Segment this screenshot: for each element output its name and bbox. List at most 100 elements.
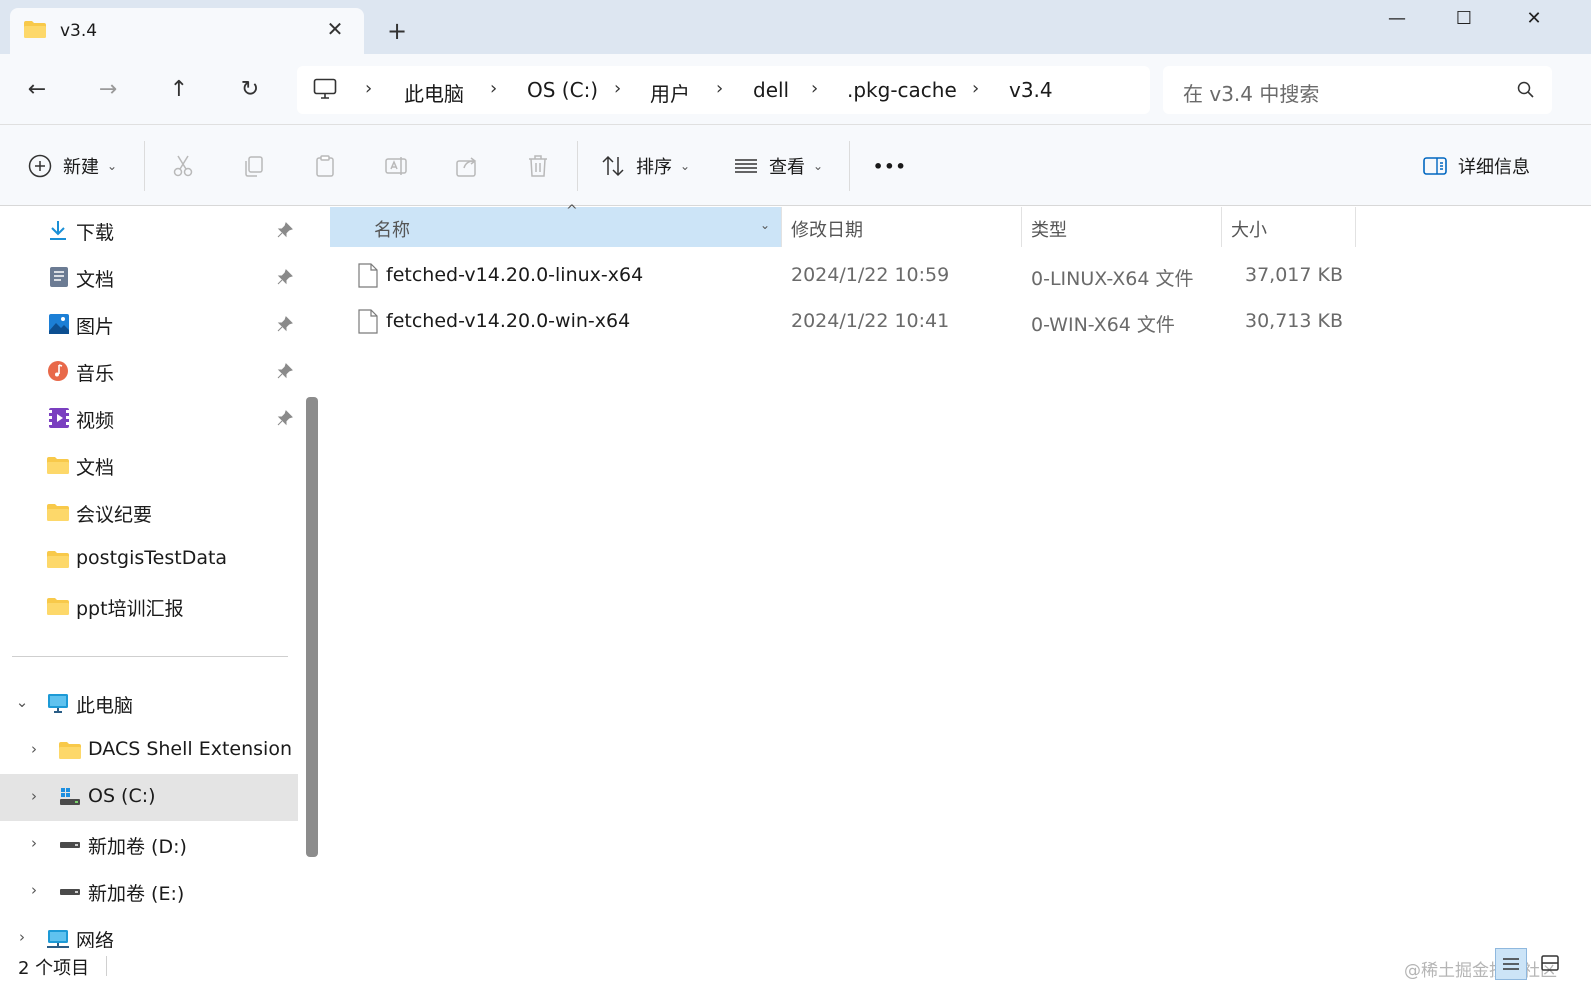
status-bar: 2 个项目 @稀土掘金技术社区 bbox=[0, 948, 1591, 996]
sidebar-item-pictures[interactable]: 图片 bbox=[0, 301, 298, 348]
new-button[interactable]: 新建 ⌄ bbox=[27, 150, 117, 182]
sidebar-item-drive-d[interactable]: › 新加卷 (D:) bbox=[0, 821, 298, 868]
details-view-button[interactable] bbox=[1495, 948, 1527, 980]
view-button[interactable]: 查看 ⌄ bbox=[733, 150, 823, 182]
folder-icon bbox=[47, 457, 69, 474]
breadcrumb-separator[interactable]: › bbox=[811, 78, 818, 99]
file-icon bbox=[358, 263, 378, 288]
breadcrumb-v3-4[interactable]: v3.4 bbox=[1009, 78, 1053, 102]
sidebar-item-meeting-notes[interactable]: 会议纪要 bbox=[0, 489, 298, 536]
breadcrumb-this-pc[interactable]: 此电脑 bbox=[404, 78, 464, 107]
sort-button[interactable]: 排序 ⌄ bbox=[600, 150, 690, 182]
chevron-right-icon[interactable]: › bbox=[26, 834, 42, 852]
file-name: fetched-v14.20.0-win-x64 bbox=[386, 310, 631, 332]
file-icon bbox=[358, 309, 378, 334]
table-row[interactable]: fetched-v14.20.0-win-x64 2024/1/22 10:41… bbox=[330, 299, 1591, 345]
back-button[interactable]: ← bbox=[19, 72, 55, 108]
column-header-type[interactable]: 类型 bbox=[1022, 207, 1222, 247]
toolbar-divider bbox=[577, 141, 578, 191]
breadcrumb-separator[interactable]: › bbox=[490, 78, 497, 99]
sidebar-item-videos[interactable]: 视频 bbox=[0, 395, 298, 442]
chevron-right-icon[interactable]: › bbox=[26, 881, 42, 899]
folder-icon bbox=[24, 21, 46, 38]
breadcrumb-separator[interactable]: › bbox=[614, 78, 621, 99]
sidebar-item-label: DACS Shell Extension bbox=[88, 738, 292, 760]
maximize-button[interactable]: ☐ bbox=[1441, 4, 1487, 34]
sidebar-item-dacs-shell-extension[interactable]: › DACS Shell Extension bbox=[0, 727, 298, 774]
column-header-date[interactable]: 修改日期 bbox=[782, 207, 1022, 247]
share-icon bbox=[456, 157, 477, 177]
more-options-button[interactable]: ••• bbox=[873, 150, 907, 182]
search-input[interactable]: 在 v3.4 中搜索 bbox=[1183, 78, 1319, 107]
cut-button[interactable] bbox=[170, 150, 196, 182]
new-tab-button[interactable]: + bbox=[382, 16, 412, 46]
chevron-down-icon: ⌄ bbox=[813, 159, 824, 173]
chevron-right-icon[interactable]: › bbox=[26, 787, 42, 805]
breadcrumb-os-c[interactable]: OS (C:) bbox=[527, 78, 598, 102]
search-icon bbox=[1517, 81, 1534, 98]
sidebar-item-folder-documents[interactable]: 文档 bbox=[0, 442, 298, 489]
sidebar-scrollbar-thumb[interactable] bbox=[306, 397, 318, 857]
pin-icon[interactable] bbox=[276, 221, 294, 239]
minimize-button[interactable]: — bbox=[1374, 4, 1420, 34]
share-button[interactable] bbox=[454, 150, 480, 182]
paste-button[interactable] bbox=[312, 150, 338, 182]
delete-button[interactable] bbox=[525, 150, 551, 182]
sidebar-item-network[interactable]: › 网络 bbox=[0, 915, 298, 948]
sidebar-item-drive-e[interactable]: › 新加卷 (E:) bbox=[0, 868, 298, 915]
file-list: ^ 名称 ⌄ 修改日期 类型 大小 fetched-v14.20.0-linux… bbox=[330, 203, 1591, 948]
sidebar-item-label: 音乐 bbox=[76, 363, 115, 385]
up-button[interactable]: ↑ bbox=[161, 72, 197, 108]
column-header-size[interactable]: 大小 bbox=[1222, 207, 1356, 247]
tab-title: v3.4 bbox=[60, 21, 98, 41]
details-pane-icon bbox=[1423, 157, 1447, 175]
address-bar[interactable]: › 此电脑 › OS (C:) › 用户 › dell › .pkg-cache… bbox=[297, 66, 1150, 114]
column-header-label: 修改日期 bbox=[791, 220, 863, 241]
sidebar-item-music[interactable]: 音乐 bbox=[0, 348, 298, 395]
tiles-view-button[interactable] bbox=[1535, 948, 1567, 980]
column-header-label: 类型 bbox=[1031, 220, 1067, 241]
close-window-button[interactable]: ✕ bbox=[1511, 4, 1557, 34]
breadcrumb-pkg-cache[interactable]: .pkg-cache bbox=[847, 78, 957, 102]
sidebar-item-label: 新加卷 (D:) bbox=[88, 836, 187, 858]
refresh-button[interactable]: ↻ bbox=[232, 72, 268, 108]
column-header-label: 大小 bbox=[1231, 220, 1267, 241]
table-row[interactable]: fetched-v14.20.0-linux-x64 2024/1/22 10:… bbox=[330, 253, 1591, 299]
folder-icon bbox=[47, 598, 69, 615]
column-header-name[interactable]: ^ 名称 ⌄ bbox=[330, 203, 782, 247]
pin-icon[interactable] bbox=[276, 315, 294, 333]
chevron-right-icon[interactable]: › bbox=[14, 928, 30, 946]
sidebar-item-label: 文档 bbox=[76, 269, 115, 291]
sidebar-item-os-c[interactable]: › OS (C:) bbox=[0, 774, 298, 821]
file-type: 0-WIN-X64 文件 bbox=[1031, 314, 1175, 336]
forward-button[interactable]: → bbox=[90, 72, 126, 108]
tab-v3-4[interactable]: v3.4 ✕ bbox=[10, 8, 364, 54]
copy-icon bbox=[245, 156, 263, 177]
sidebar-item-downloads[interactable]: 下载 bbox=[0, 207, 298, 254]
rename-button[interactable] bbox=[383, 150, 409, 182]
breadcrumb-separator[interactable]: › bbox=[972, 78, 979, 99]
chevron-down-icon[interactable]: ⌄ bbox=[760, 218, 770, 232]
sidebar-item-ppt-training[interactable]: ppt培训汇报 bbox=[0, 583, 298, 630]
breadcrumb-separator[interactable]: › bbox=[365, 78, 372, 99]
details-pane-button[interactable]: 详细信息 bbox=[1422, 150, 1530, 182]
copy-button[interactable] bbox=[241, 150, 267, 182]
chevron-right-icon[interactable]: › bbox=[26, 740, 42, 758]
breadcrumb-users[interactable]: 用户 bbox=[650, 78, 690, 107]
search-box[interactable]: 在 v3.4 中搜索 bbox=[1163, 66, 1552, 114]
tab-close-icon[interactable]: ✕ bbox=[322, 16, 348, 42]
pin-icon[interactable] bbox=[276, 409, 294, 427]
pin-icon[interactable] bbox=[276, 268, 294, 286]
sidebar-item-label: 网络 bbox=[76, 930, 115, 948]
breadcrumb-dell[interactable]: dell bbox=[753, 78, 789, 102]
sidebar-item-this-pc[interactable]: ⌄ 此电脑 bbox=[0, 680, 298, 727]
sidebar-item-documents[interactable]: 文档 bbox=[0, 254, 298, 301]
sidebar-item-postgistestdata[interactable]: postgisTestData bbox=[0, 536, 298, 583]
rename-icon bbox=[385, 157, 407, 175]
column-divider[interactable] bbox=[1355, 207, 1356, 247]
chevron-down-icon[interactable]: ⌄ bbox=[14, 693, 30, 711]
pin-icon[interactable] bbox=[276, 362, 294, 380]
chevron-down-icon: ⌄ bbox=[107, 159, 118, 173]
sidebar-item-label: 会议纪要 bbox=[76, 504, 153, 526]
breadcrumb-separator[interactable]: › bbox=[716, 78, 723, 99]
